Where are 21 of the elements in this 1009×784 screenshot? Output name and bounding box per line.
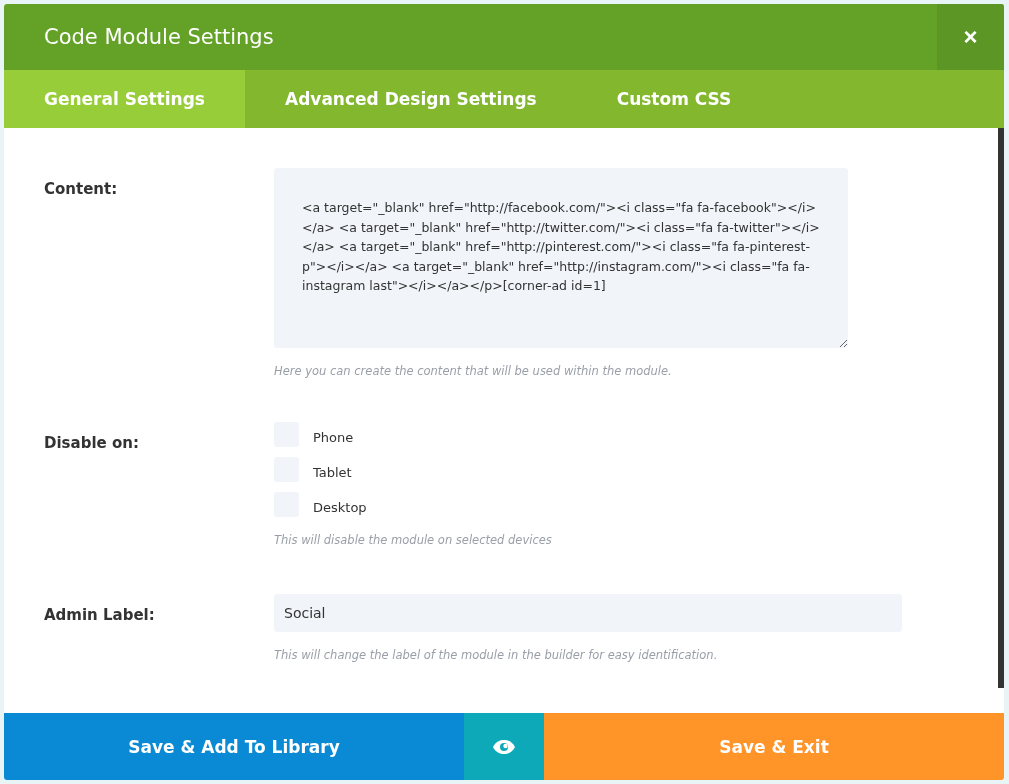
checkbox-label: Tablet [313,465,352,480]
hint-text: This will disable the module on selected devices [274,533,552,547]
preview-button[interactable] [464,713,544,780]
checkbox-label: Desktop [313,500,367,515]
field-label: Content: [44,179,119,200]
tab[interactable]: General Settings [4,70,245,128]
field-label: Admin Label: [44,605,156,626]
tab[interactable]: Custom CSS [576,70,772,128]
hint-text: Here you can create the content that will be used within the module. [274,364,673,378]
save-and-exit-button[interactable]: Save & Exit [544,713,1004,780]
save-to-library-button[interactable]: Save & Add To Library [4,713,464,780]
code-textarea[interactable]: <a target="_blank" href="http://facebook.com/"><i class="fa fa-facebook"></i></a> <a target="_blank" href="http://twitter.com/"><i class="fa fa-twitter"></i></a> <a target="_blank" href="http://pinterest.com/"><i class="fa fa-pinterest-p"></i></a> <a target="_blank" href="http://instagram.com/"><i class="fa fa-instagram last"></i></a></p>[corner-ad id=1] [274,168,848,348]
scrollbar[interactable] [998,128,1004,688]
close-button[interactable]: × [937,4,1004,70]
checkbox-label: Phone [313,430,354,445]
eye-icon [492,738,516,755]
field-label: Disable on: [44,433,140,454]
window-title: Code Module Settings [43,25,274,49]
hint-text: This will change the label of the module in the builder for easy identification. [274,648,719,662]
input-field[interactable]: Social [274,594,902,632]
tab[interactable]: Advanced Design Settings [244,70,577,128]
